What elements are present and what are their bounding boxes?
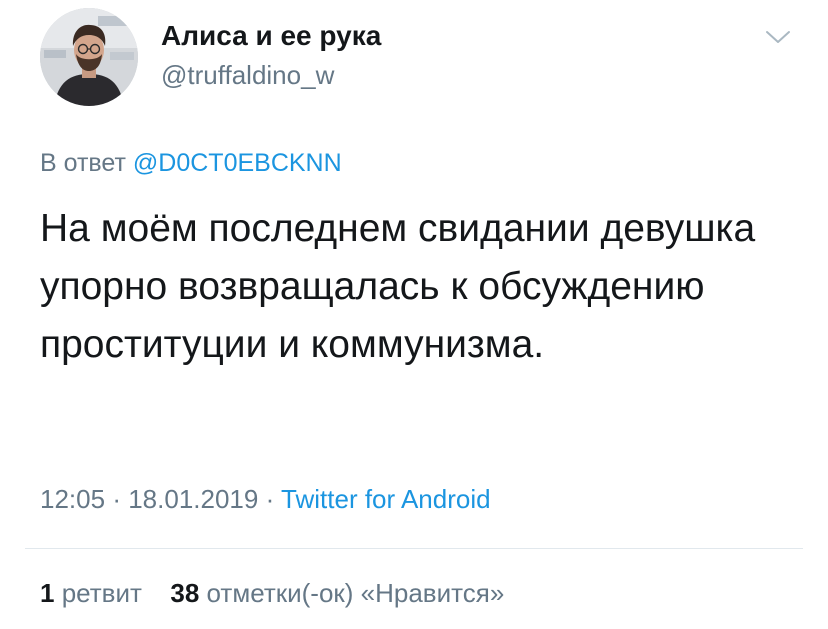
reply-context: В ответ @D0CT0EBCKNN [40,149,342,178]
tweet-source-link[interactable]: Twitter for Android [281,484,491,514]
meta-separator: · [265,484,275,514]
likes-stat[interactable]: 38 отметки(-ок) «Нравится» [163,578,504,608]
tweet-stats: 1 ретвит 38 отметки(-ок) «Нравится» [40,578,504,609]
retweets-stat[interactable]: 1 ретвит [40,578,149,608]
meta-separator: · [112,484,121,514]
retweets-label: ретвит [61,578,142,608]
retweets-count: 1 [40,578,55,608]
tweet-menu-button[interactable] [764,28,792,46]
tweet-time: 12:05 [40,484,106,514]
likes-label: отметки(-ок) «Нравится» [206,578,505,608]
tweet-detail: Алиса и ее рука @truffaldino_w В ответ @… [0,0,828,629]
reply-prefix: В ответ [40,149,126,177]
reply-mention-link[interactable]: @D0CT0EBCKNN [133,149,342,177]
divider [25,548,803,549]
chevron-down-icon [766,31,790,43]
author-handle[interactable]: @truffaldino_w [161,60,334,91]
avatar[interactable] [40,8,138,106]
tweet-text: На моём последнем свидании девушка упорн… [40,207,756,366]
avatar-image [40,8,138,106]
tweet-meta: 12:05 · 18.01.2019 · Twitter for Android [40,484,491,515]
author-name[interactable]: Алиса и ее рука [161,20,381,52]
tweet-date: 18.01.2019 [128,484,259,514]
likes-count: 38 [170,578,200,608]
